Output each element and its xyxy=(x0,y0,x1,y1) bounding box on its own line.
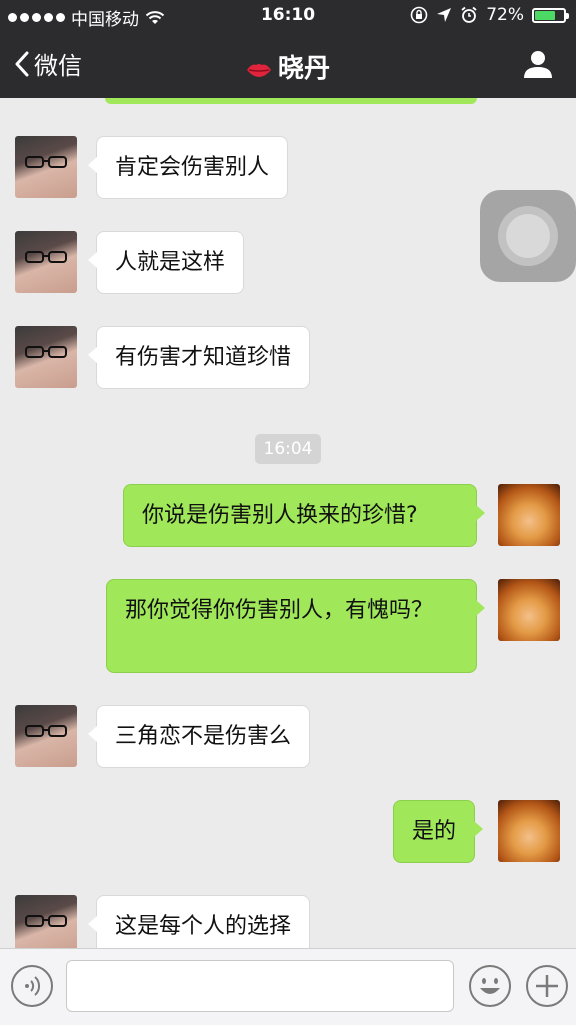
orientation-lock-icon xyxy=(410,6,428,24)
message-timestamp: 16:04 xyxy=(255,434,321,464)
emoji-icon xyxy=(480,978,500,994)
chat-title: 晓丹 xyxy=(0,48,576,85)
my-avatar[interactable] xyxy=(498,484,560,546)
contact-avatar[interactable] xyxy=(15,895,77,948)
glasses-icon xyxy=(25,915,67,927)
contact-avatar[interactable] xyxy=(15,705,77,767)
glasses-icon xyxy=(25,156,67,168)
assistive-touch-button[interactable] xyxy=(480,190,576,282)
message-input[interactable] xyxy=(66,960,454,1012)
status-bar: 中国移动 16:10 72% xyxy=(0,0,576,32)
glasses-icon xyxy=(25,725,67,737)
message-list[interactable]: 肯定会伤害别人 人就是这样 有伤害才知道珍惜 16:04 你说是伤害别人换来的珍… xyxy=(0,98,576,948)
location-icon xyxy=(437,8,452,22)
assistive-ring-inner xyxy=(506,214,550,258)
battery-percent: 72% xyxy=(486,5,524,25)
chat-title-text: 晓丹 xyxy=(277,54,330,84)
message-bubble-outgoing[interactable]: 那你觉得你伤害别人，有愧吗？ xyxy=(106,579,485,673)
previous-message-edge xyxy=(105,98,477,104)
battery-fill xyxy=(535,10,555,20)
voice-button[interactable] xyxy=(11,965,53,1007)
nav-bar: 微信 晓丹 xyxy=(0,32,576,98)
message-bubble-incoming[interactable]: 这是每个人的选择 xyxy=(87,895,311,948)
message-bubble-incoming[interactable]: 三角恋不是伤害么 xyxy=(87,705,311,768)
emoji-button[interactable] xyxy=(469,965,511,1007)
glasses-icon xyxy=(25,346,67,358)
more-button[interactable] xyxy=(526,965,568,1007)
contact-avatar[interactable] xyxy=(15,231,77,293)
message-bubble-incoming[interactable]: 肯定会伤害别人 xyxy=(87,136,289,199)
contact-avatar[interactable] xyxy=(15,326,77,388)
voice-icon xyxy=(25,976,41,996)
my-avatar[interactable] xyxy=(498,579,560,641)
person-icon xyxy=(524,51,552,78)
plus-icon xyxy=(536,975,558,997)
message-bubble-incoming[interactable]: 有伤害才知道珍惜 xyxy=(87,326,311,389)
my-avatar[interactable] xyxy=(498,800,560,862)
status-right: 72% xyxy=(410,5,569,25)
message-bubble-outgoing[interactable]: 是的 xyxy=(393,800,484,863)
profile-button[interactable] xyxy=(522,48,554,84)
battery-icon xyxy=(532,7,569,23)
input-bar xyxy=(0,948,576,1025)
message-bubble-incoming[interactable]: 人就是这样 xyxy=(87,231,245,294)
contact-avatar[interactable] xyxy=(15,136,77,198)
lips-icon xyxy=(246,63,271,77)
message-bubble-outgoing[interactable]: 你说是伤害别人换来的珍惜? xyxy=(123,484,485,547)
alarm-icon xyxy=(461,6,477,23)
glasses-icon xyxy=(25,251,67,263)
